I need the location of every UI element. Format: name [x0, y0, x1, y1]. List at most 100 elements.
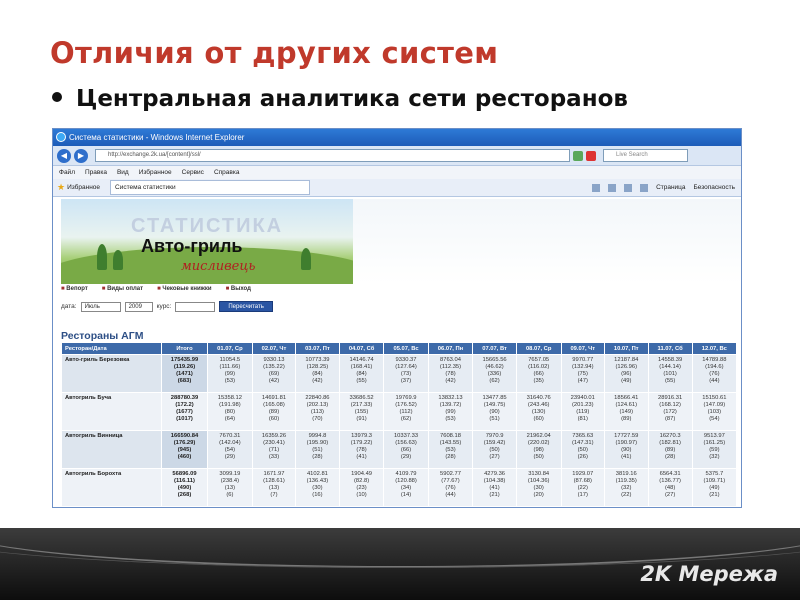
course-input[interactable] — [175, 301, 216, 312]
site-banner: СТАТИСТИКА Авто-гриль мисливець — [61, 199, 353, 284]
cell-value: (44) — [445, 492, 456, 498]
cell-value: (139.72) — [439, 402, 462, 408]
menu-item-edit[interactable]: Правка — [85, 166, 107, 179]
cell-value: (13) — [224, 485, 236, 491]
cell-value: (112) — [399, 409, 413, 415]
tab-statistics[interactable]: Система статистики — [110, 180, 311, 195]
cell-value: (37) — [400, 378, 412, 384]
restaurant-name[interactable]: Автогриль Винница — [61, 430, 162, 469]
cell-value: 7365.63 — [572, 433, 594, 439]
cell-value: (42) — [445, 378, 456, 384]
day-cell: 1904.49 (82.8) (23) (10) — [338, 468, 385, 507]
address-input[interactable]: http://exchange.2k.ua/[content]/ssl/ — [95, 149, 570, 162]
cell-value: (47) — [577, 378, 588, 384]
cell-value: 7970.9 — [485, 433, 504, 439]
menu-item-tools[interactable]: Сервис — [182, 166, 204, 179]
refresh-icon[interactable] — [573, 150, 583, 161]
favorites-star-icon[interactable]: ★ — [57, 182, 65, 193]
statistics-table: Ресторан/Дата Итого 01.07, Ср 02.07, Чт 03.0… — [61, 342, 738, 507]
cell-value: (81) — [577, 416, 588, 422]
cell-value: 166590.84 — [170, 433, 199, 439]
year-select[interactable]: 2009 — [124, 301, 153, 312]
menu-item-help[interactable]: Справка — [214, 166, 240, 179]
column-header: Ресторан/Дата — [61, 342, 162, 355]
day-cell: 18566.41 (124.61) (149) (89) — [603, 392, 649, 431]
cell-value: 1671.97 — [263, 471, 285, 477]
cell-value: 3130.84 — [528, 471, 550, 477]
restaurant-name[interactable]: Автогриль Борохта — [61, 468, 162, 507]
table-row: Авто-гриль Березовка 175435.99 (119.26) (14… — [61, 354, 738, 393]
nav-item-payment-types[interactable]: Виды оплат — [102, 286, 143, 292]
column-header: 04.07, Сб — [338, 342, 385, 355]
column-header: 05.07, Вс — [383, 342, 429, 355]
tree-icon — [113, 250, 123, 270]
cell-value: 31640.76 — [526, 395, 551, 401]
back-arrow-icon[interactable]: ◀ — [57, 148, 71, 163]
stop-icon[interactable] — [586, 150, 596, 161]
cell-value: (336) — [487, 371, 502, 377]
column-header: 07.07, Вт — [472, 342, 517, 355]
total-cell: 56896.09 (116.11) (490) (268) — [161, 468, 208, 507]
nav-item-exit[interactable]: Выход — [226, 286, 251, 292]
day-cell: 7657.05 (116.02) (66) (35) — [515, 354, 562, 393]
footer-logo: 2K Мережа — [640, 562, 778, 586]
banner-brand-subtitle: мисливець — [181, 259, 256, 274]
print-icon[interactable] — [640, 183, 649, 192]
cell-value: (143.55) — [439, 440, 462, 446]
cell-value: (149.75) — [483, 402, 506, 408]
day-cell: 33686.52 (217.33) (155) (91) — [338, 392, 385, 431]
cell-value: (116.02) — [528, 364, 550, 370]
cell-value: (112.35) — [439, 364, 462, 370]
restaurant-name[interactable]: Автогриль Буча — [61, 392, 162, 431]
cell-value: 5902.77 — [440, 471, 461, 477]
cell-value: 9513.97 — [703, 433, 725, 439]
cell-value: 17727.59 — [614, 433, 639, 439]
cell-value: (96) — [621, 371, 632, 377]
feeds-icon[interactable] — [608, 183, 617, 192]
cell-value: (195.90) — [306, 440, 329, 446]
cell-value: (945) — [177, 447, 192, 453]
cell-value: 5375.7 — [705, 471, 724, 477]
cell-value: (62) — [400, 416, 412, 422]
cell-value: 16270.3 — [659, 433, 681, 439]
cell-value: (71) — [268, 447, 280, 453]
page-menu-button[interactable]: Страница — [656, 184, 685, 191]
cell-value: (78) — [356, 447, 367, 453]
nav-item-report[interactable]: Вепорт — [61, 286, 87, 292]
cell-value: (80) — [224, 409, 236, 415]
cell-value: (42) — [268, 378, 280, 384]
day-cell: 11054.5 (111.66) (99) (53) — [207, 354, 253, 393]
cell-value: (30) — [533, 485, 544, 491]
search-input[interactable]: Live Search — [603, 149, 688, 162]
menu-item-favorites[interactable]: Избранное — [139, 166, 172, 179]
month-select[interactable]: Июль — [80, 301, 121, 312]
restaurant-name[interactable]: Авто-гриль Березовка — [61, 354, 162, 393]
cell-value: (1017) — [176, 416, 193, 422]
day-cell: 23940.01 (201.23) (119) (81) — [560, 392, 605, 431]
cell-value: (116.11) — [174, 478, 195, 484]
day-cell: 1671.97 (128.61) (13) (7) — [251, 468, 297, 507]
day-cell: 9994.8 (195.90) (51) (28) — [295, 430, 340, 469]
day-cell: 3130.84 (104.36) (30) (20) — [515, 468, 562, 507]
mail-icon[interactable] — [624, 183, 633, 192]
home-icon[interactable] — [592, 183, 601, 192]
cell-value: (53) — [445, 416, 456, 422]
cell-value: (128.25) — [306, 364, 329, 370]
date-label: дата: — [61, 303, 77, 310]
favorites-label[interactable]: Избранное — [67, 184, 100, 191]
cell-value: (168.41) — [350, 364, 373, 370]
recalculate-button[interactable]: Пересчитать — [219, 301, 273, 312]
menu-item-file[interactable]: Файл — [59, 166, 75, 179]
menu-bar: Файл Правка Вид Избранное Сервис Справка — [53, 166, 741, 179]
day-cell: 14558.39 (144.14) (101) (55) — [647, 354, 693, 393]
forward-arrow-icon[interactable]: ▶ — [74, 148, 88, 163]
cell-value: (202.13) — [306, 402, 329, 408]
nav-item-check-books[interactable]: Чековые книжки — [157, 286, 211, 292]
cell-value: (168.12) — [659, 402, 681, 408]
column-header: 11.07, Сб — [647, 342, 693, 355]
menu-item-view[interactable]: Вид — [117, 166, 129, 179]
cell-value: (50) — [489, 447, 500, 453]
cell-value: (119.35) — [615, 478, 637, 484]
security-menu-button[interactable]: Безопасность — [694, 184, 735, 191]
day-cell: 3099.19 (238.4) (13) (6) — [207, 468, 253, 507]
